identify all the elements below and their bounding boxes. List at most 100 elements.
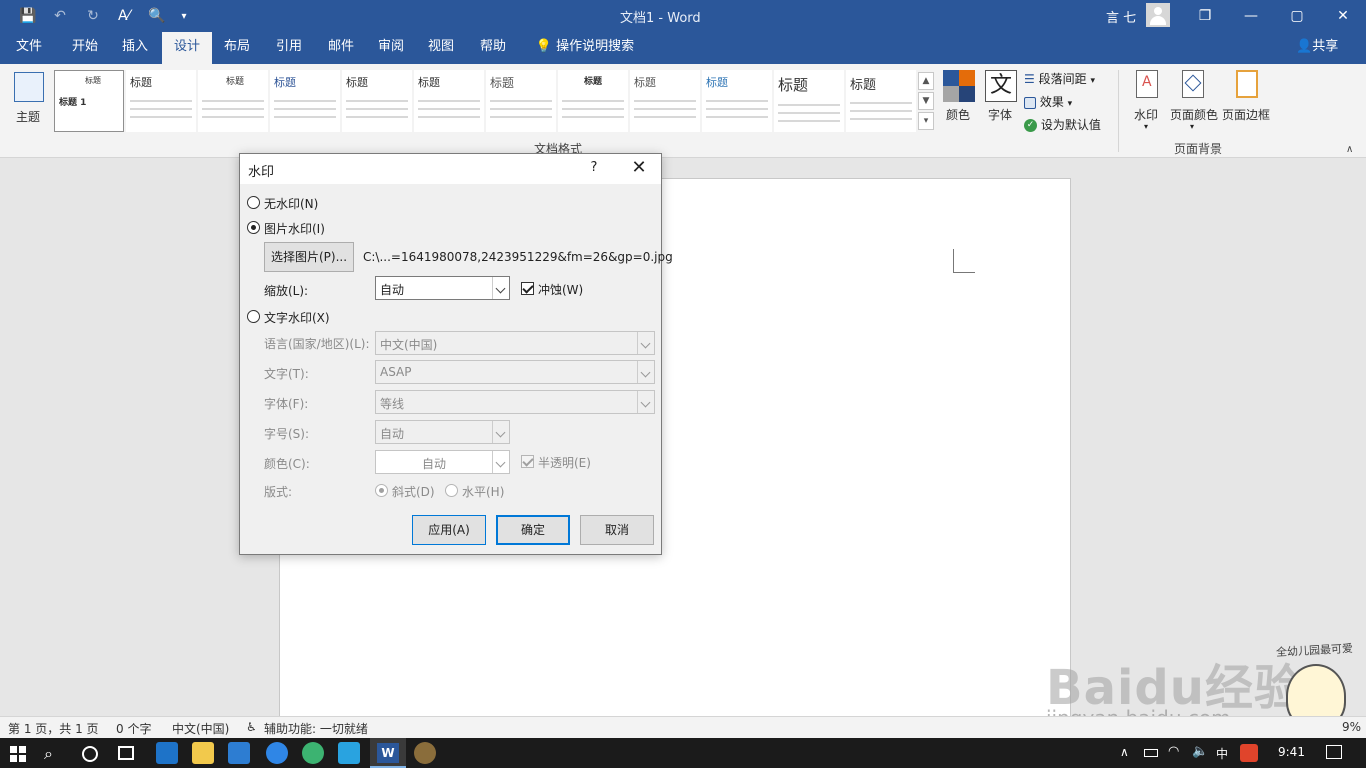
cancel-button[interactable]: 取消	[580, 515, 654, 545]
collapse-ribbon-icon[interactable]: ∧	[1346, 144, 1353, 155]
chevron-up-icon[interactable]: ∧	[1120, 745, 1129, 759]
diagonal-radio[interactable]	[375, 484, 388, 497]
washout-checkbox[interactable]	[521, 282, 534, 295]
size-select[interactable]: 自动	[375, 420, 510, 444]
customize-toolbar-icon[interactable]: ▾	[176, 6, 192, 26]
print-preview-icon[interactable]: 🔍	[146, 6, 168, 26]
gallery-scroll-down[interactable]: ▼	[918, 92, 934, 110]
apply-button[interactable]: 应用(A)	[412, 515, 486, 545]
watermark-button[interactable]: A 水印 ▾	[1130, 68, 1164, 134]
video-player-icon[interactable]	[338, 742, 360, 764]
ribbon-display-options-icon[interactable]: ❐	[1182, 0, 1228, 32]
style-set-1[interactable]: 标题	[126, 70, 196, 132]
select-picture-button[interactable]: 选择图片(P)...	[264, 242, 354, 272]
tell-me-search[interactable]: 💡 操作说明搜索	[530, 32, 640, 64]
tab-design[interactable]: 设计	[162, 32, 212, 64]
minimize-button[interactable]: —	[1228, 0, 1274, 32]
themes-button[interactable]: 主题	[10, 68, 48, 134]
style-set-9[interactable]: 标题	[702, 70, 772, 132]
horizontal-radio[interactable]	[445, 484, 458, 497]
style-set-8[interactable]: 标题	[630, 70, 700, 132]
start-icon[interactable]	[10, 746, 26, 762]
zoom-level[interactable]: 9%	[1342, 720, 1361, 734]
text-select[interactable]: ASAP	[375, 360, 655, 384]
save-icon[interactable]: 💾	[16, 6, 40, 26]
gallery-scroll-up[interactable]: ▲	[918, 72, 934, 90]
effects-button[interactable]: 效果 ▾	[1024, 93, 1072, 111]
tab-references[interactable]: 引用	[266, 32, 312, 64]
no-watermark-radio[interactable]	[247, 196, 260, 209]
page-color-button[interactable]: 页面颜色 ▾	[1168, 68, 1220, 134]
undo-icon[interactable]: ↶	[48, 6, 72, 26]
style-set-default[interactable]: 标题 标题 1	[54, 70, 124, 132]
style-set-11[interactable]: 标题	[846, 70, 916, 132]
font-select[interactable]: 等线	[375, 390, 655, 414]
user-name[interactable]: 言 七	[1106, 7, 1136, 26]
tab-review[interactable]: 审阅	[368, 32, 414, 64]
tab-mailings[interactable]: 邮件	[318, 32, 364, 64]
washout-label[interactable]: 冲蚀(W)	[538, 281, 583, 298]
text-watermark-radio[interactable]	[247, 310, 260, 323]
word-count[interactable]: 0 个字	[116, 720, 151, 737]
set-as-default-button[interactable]: ✓ 设为默认值	[1024, 116, 1101, 134]
colors-button[interactable]: 颜色	[940, 68, 978, 134]
tab-home[interactable]: 开始	[60, 32, 110, 64]
language-indicator[interactable]: 中文(中国)	[172, 720, 229, 737]
browser-icon[interactable]	[302, 742, 324, 764]
help-button[interactable]: ?	[586, 160, 602, 175]
battery-icon[interactable]	[1144, 749, 1158, 757]
no-watermark-label[interactable]: 无水印(N)	[264, 195, 318, 212]
diagonal-label[interactable]: 斜式(D)	[392, 483, 435, 500]
page-borders-button[interactable]: 页面边框	[1222, 68, 1272, 134]
style-set-10[interactable]: 标题	[774, 70, 844, 132]
semitransparent-checkbox[interactable]	[521, 455, 534, 468]
edge-icon[interactable]	[156, 742, 178, 764]
accessibility-status[interactable]: 辅助功能: 一切就绪	[264, 720, 368, 737]
style-set-7[interactable]: 标题	[558, 70, 628, 132]
horizontal-label[interactable]: 水平(H)	[462, 483, 504, 500]
paragraph-spacing-button[interactable]: ☰ 段落间距 ▾	[1024, 70, 1095, 88]
style-set-3[interactable]: 标题	[270, 70, 340, 132]
close-window-button[interactable]: ✕	[1320, 0, 1366, 32]
tab-insert[interactable]: 插入	[112, 32, 158, 64]
scale-select[interactable]: 自动	[375, 276, 510, 300]
sogou-ime-icon[interactable]	[1240, 744, 1258, 762]
tab-view[interactable]: 视图	[418, 32, 464, 64]
cortana-icon[interactable]	[82, 746, 98, 762]
volume-icon[interactable]: 🔈	[1192, 744, 1208, 759]
maximize-button[interactable]: ▢	[1274, 0, 1320, 32]
tab-help[interactable]: 帮助	[470, 32, 516, 64]
wifi-icon[interactable]: ◠	[1168, 744, 1179, 759]
picture-watermark-radio[interactable]	[247, 221, 260, 234]
clock[interactable]: 9:41	[1278, 745, 1305, 759]
close-button[interactable]: ✕	[626, 156, 652, 182]
style-set-6[interactable]: 标题	[486, 70, 556, 132]
tab-file[interactable]: 文件	[6, 32, 52, 64]
share-button[interactable]: 👤共享	[1296, 32, 1338, 64]
tab-layout[interactable]: 布局	[214, 32, 260, 64]
avatar[interactable]	[1146, 3, 1170, 27]
page-count[interactable]: 第 1 页，共 1 页	[8, 720, 99, 737]
task-view-icon[interactable]	[118, 746, 134, 760]
language-select[interactable]: 中文(中国)	[375, 331, 655, 355]
style-set-2[interactable]: 标题	[198, 70, 268, 132]
input-method-indicator[interactable]: 中	[1216, 745, 1228, 762]
word-taskbar-icon[interactable]: W	[370, 738, 406, 768]
fonts-button[interactable]: 文 字体	[982, 68, 1020, 134]
picture-watermark-label[interactable]: 图片水印(I)	[264, 220, 325, 237]
style-set-5[interactable]: 标题	[414, 70, 484, 132]
app-icon[interactable]	[414, 742, 436, 764]
notification-icon[interactable]	[1326, 745, 1342, 759]
color-select[interactable]: 自动	[375, 450, 510, 474]
gallery-more[interactable]: ▾	[918, 112, 934, 130]
file-explorer-icon[interactable]	[192, 742, 214, 764]
style-set-4[interactable]: 标题	[342, 70, 412, 132]
semitransparent-label[interactable]: 半透明(E)	[538, 454, 591, 471]
ok-button[interactable]: 确定	[496, 515, 570, 545]
clock-app-icon[interactable]	[266, 742, 288, 764]
search-icon[interactable]: ⌕	[44, 744, 53, 764]
format-painter-icon[interactable]: A⁄	[110, 6, 138, 26]
text-watermark-label[interactable]: 文字水印(X)	[264, 309, 330, 326]
store-icon[interactable]	[228, 742, 250, 764]
redo-icon[interactable]: ↻	[82, 6, 104, 26]
